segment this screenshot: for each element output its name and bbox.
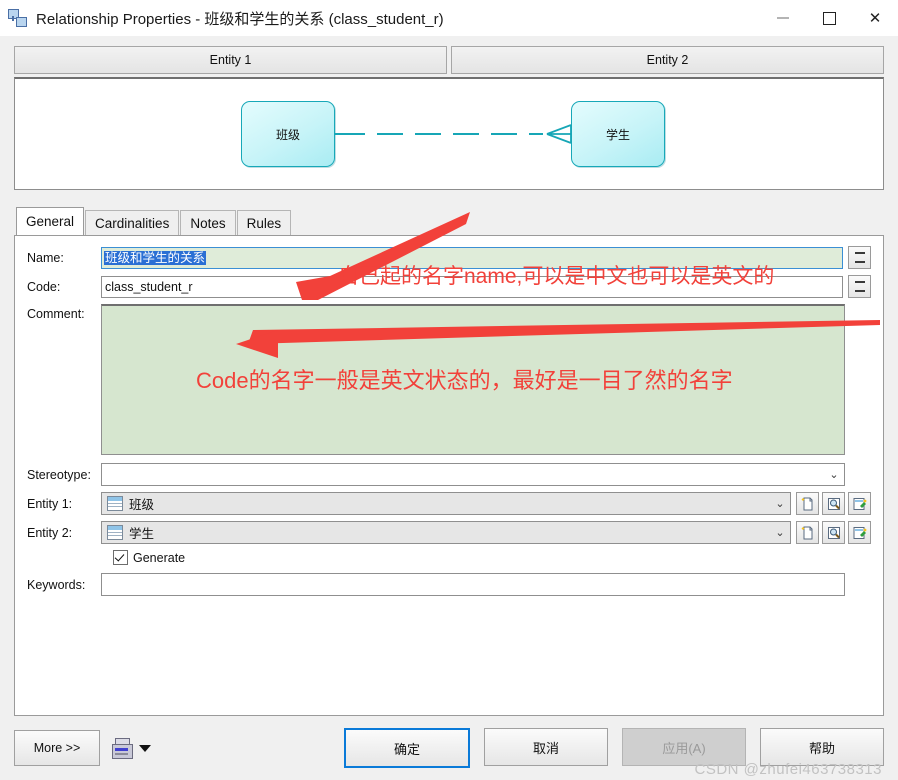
ok-button[interactable]: 确定 — [344, 728, 470, 768]
print-menu[interactable] — [112, 738, 151, 758]
tab-notes[interactable]: Notes — [180, 210, 235, 235]
comment-textarea[interactable] — [101, 304, 845, 455]
diagram-entity2[interactable]: 学生 — [571, 101, 665, 167]
close-button[interactable]: ✕ — [852, 0, 898, 36]
entity1-combobox[interactable]: 班级 ⌄ — [101, 492, 791, 515]
window-controls: ✕ — [760, 0, 898, 36]
table-icon — [107, 525, 123, 540]
browse-icon[interactable] — [822, 492, 845, 515]
properties-icon[interactable] — [848, 492, 871, 515]
entity2-toolbar — [796, 521, 871, 544]
entity1-label: Entity 1: — [27, 497, 101, 511]
properties-icon[interactable] — [848, 521, 871, 544]
maximize-button[interactable] — [806, 0, 852, 36]
relationship-link — [335, 132, 573, 136]
name-input[interactable]: 班级和学生的关系 — [101, 247, 843, 269]
relationship-icon — [8, 9, 28, 27]
table-icon — [107, 496, 123, 511]
entity2-combobox[interactable]: 学生 ⌄ — [101, 521, 791, 544]
entity1-toolbar — [796, 492, 871, 515]
tab-rules[interactable]: Rules — [237, 210, 292, 235]
entity2-label: Entity 2: — [27, 526, 101, 540]
chevron-down-icon[interactable]: ⌄ — [826, 468, 842, 481]
general-tab-panel: Name: 班级和学生的关系 Code: class_student_r Com… — [14, 235, 884, 716]
print-icon[interactable] — [112, 738, 131, 758]
code-label: Code: — [27, 280, 101, 294]
tab-general[interactable]: General — [16, 207, 84, 235]
keywords-input[interactable] — [101, 573, 845, 596]
name-label: Name: — [27, 251, 101, 265]
stereotype-row: Stereotype: ⌄ — [15, 463, 883, 486]
window-title: Relationship Properties - 班级和学生的关系 (clas… — [36, 8, 444, 29]
code-row: Code: class_student_r — [15, 275, 883, 298]
tab-bar: General Cardinalities Notes Rules — [16, 208, 898, 235]
keywords-label: Keywords: — [27, 578, 101, 592]
entity-header-bar: Entity 1 Entity 2 — [0, 36, 898, 74]
new-object-icon[interactable] — [796, 492, 819, 515]
chevron-down-icon[interactable]: ⌄ — [772, 526, 788, 539]
generate-checkbox-row[interactable]: Generate — [101, 550, 883, 565]
entity2-value: 学生 — [129, 523, 154, 542]
minimize-button[interactable] — [760, 0, 806, 36]
caret-down-icon[interactable] — [139, 745, 151, 752]
entity2-row: Entity 2: 学生 ⌄ — [15, 521, 883, 544]
code-input[interactable]: class_student_r — [101, 276, 843, 298]
code-equals-button[interactable] — [848, 275, 871, 298]
comment-label: Comment: — [27, 304, 101, 321]
entity1-row: Entity 1: 班级 ⌄ — [15, 492, 883, 515]
generate-label: Generate — [133, 551, 185, 565]
new-object-icon[interactable] — [796, 521, 819, 544]
entity2-header-button[interactable]: Entity 2 — [451, 46, 884, 74]
name-input-value: 班级和学生的关系 — [104, 251, 206, 265]
title-bar: Relationship Properties - 班级和学生的关系 (clas… — [0, 0, 898, 36]
browse-icon[interactable] — [822, 521, 845, 544]
name-row: Name: 班级和学生的关系 — [15, 246, 883, 269]
tab-cardinalities[interactable]: Cardinalities — [85, 210, 179, 235]
keywords-row: Keywords: — [15, 573, 883, 596]
entity1-header-button[interactable]: Entity 1 — [14, 46, 447, 74]
comment-row: Comment: — [15, 304, 883, 455]
stereotype-combobox[interactable]: ⌄ — [101, 463, 845, 486]
name-equals-button[interactable] — [848, 246, 871, 269]
more-button[interactable]: More >> — [14, 730, 100, 766]
diagram-entity1[interactable]: 班级 — [241, 101, 335, 167]
dialog-footer: More >> 确定 取消 应用(A) 帮助 CSDN @zhufei46373… — [0, 716, 898, 780]
relationship-preview: 班级 学生 — [14, 77, 884, 190]
crows-foot-icon — [545, 123, 573, 145]
stereotype-label: Stereotype: — [27, 468, 101, 482]
chevron-down-icon[interactable]: ⌄ — [772, 497, 788, 510]
generate-checkbox[interactable] — [113, 550, 128, 565]
relationship-properties-dialog: Relationship Properties - 班级和学生的关系 (clas… — [0, 0, 898, 780]
watermark: CSDN @zhufei463738313 — [694, 761, 882, 778]
entity1-value: 班级 — [129, 494, 154, 513]
cancel-button[interactable]: 取消 — [484, 728, 608, 766]
